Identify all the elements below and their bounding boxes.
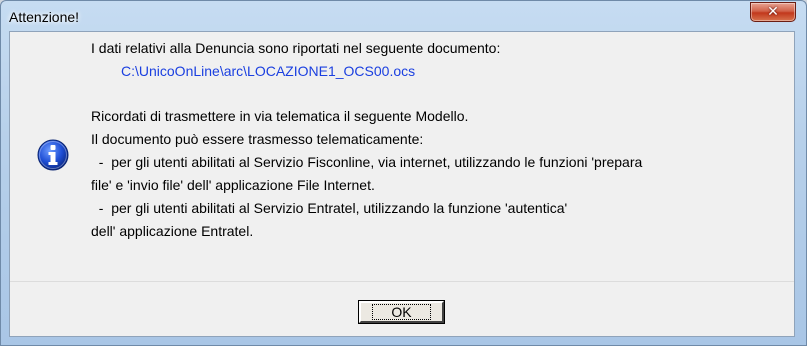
message-line-8: dell' applicazione Entratel. bbox=[91, 223, 254, 239]
dialog-body: I dati relativi alla Denuncia sono ripor… bbox=[9, 31, 795, 337]
document-path: C:\UnicoOnLine\arc\LOCAZIONE1_OCS00.ocs bbox=[121, 63, 416, 79]
title-bar[interactable]: Attenzione! ✕ bbox=[1, 1, 806, 31]
message-line-5: - per gli utenti abilitati al Servizio F… bbox=[91, 154, 643, 170]
message-line-7: - per gli utenti abilitati al Servizio E… bbox=[91, 200, 568, 216]
message-line-4: Il documento può essere trasmesso telema… bbox=[91, 131, 424, 147]
message-line-3: Ricordati di trasmettere in via telemati… bbox=[91, 108, 469, 124]
ok-button[interactable]: OK bbox=[358, 300, 445, 324]
window-title: Attenzione! bbox=[9, 9, 80, 25]
dialog-window: Attenzione! ✕ I dati relativi alla Denun… bbox=[0, 0, 807, 346]
message-line-6: file' e 'invio file' dell' applicazione … bbox=[91, 177, 375, 193]
ok-button-label: OK bbox=[372, 304, 431, 320]
message-area: I dati relativi alla Denuncia sono ripor… bbox=[10, 32, 794, 282]
close-button[interactable]: ✕ bbox=[750, 2, 796, 22]
information-icon bbox=[37, 139, 69, 171]
button-bar: OK bbox=[10, 281, 794, 337]
close-icon: ✕ bbox=[767, 4, 779, 20]
message-line-1: I dati relativi alla Denuncia sono ripor… bbox=[91, 40, 501, 56]
